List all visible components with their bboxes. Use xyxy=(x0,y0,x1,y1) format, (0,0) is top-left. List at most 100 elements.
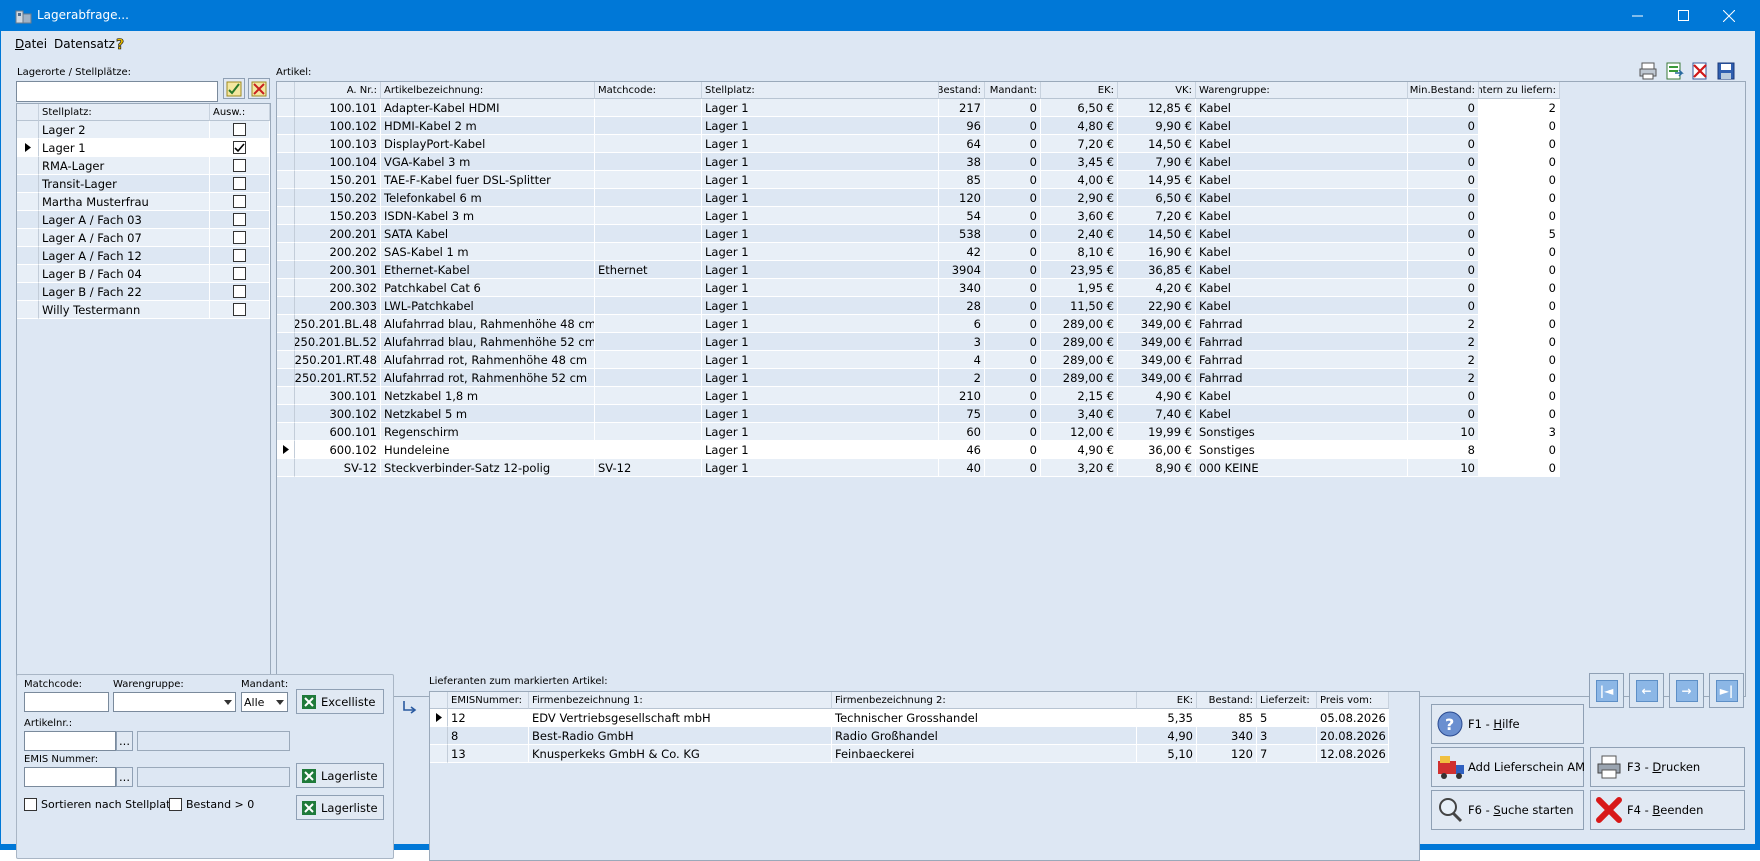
lieferant-cell[interactable]: 85 xyxy=(1197,709,1257,727)
artikel-cell[interactable]: 0 xyxy=(1479,333,1560,351)
artikel-cell[interactable]: 6 xyxy=(939,315,985,333)
artikel-cell[interactable]: 4,90 € xyxy=(1041,441,1118,459)
artikel-cell[interactable] xyxy=(595,441,702,459)
artikel-column-header[interactable]: Min.Bestand: xyxy=(1408,82,1479,99)
excelliste-button[interactable]: Excelliste xyxy=(296,689,384,714)
artikel-cell[interactable]: 2,90 € xyxy=(1041,189,1118,207)
artikel-cell[interactable]: 150.203 xyxy=(295,207,381,225)
artikel-cell[interactable]: 0 xyxy=(1408,117,1479,135)
artikel-cell[interactable]: 289,00 € xyxy=(1041,351,1118,369)
artikel-cell[interactable]: 64 xyxy=(939,135,985,153)
artikel-cell[interactable]: Lager 1 xyxy=(702,207,939,225)
artikel-cell[interactable]: Lager 1 xyxy=(702,135,939,153)
artikel-cell[interactable]: 0 xyxy=(1479,315,1560,333)
artikel-cell[interactable]: 6,50 € xyxy=(1118,189,1196,207)
row-indicator[interactable] xyxy=(277,351,295,369)
artikel-cell[interactable]: 349,00 € xyxy=(1118,315,1196,333)
artikel-cell[interactable]: 0 xyxy=(1479,117,1560,135)
artikel-cell[interactable]: 000 KEINE xyxy=(1196,459,1408,477)
artikel-column-header[interactable]: Intern zu liefern: xyxy=(1479,82,1560,99)
artikel-cell[interactable]: 12,00 € xyxy=(1041,423,1118,441)
artikel-cell[interactable]: 0 xyxy=(1479,369,1560,387)
row-indicator[interactable] xyxy=(277,99,295,117)
artikel-cell[interactable] xyxy=(595,117,702,135)
previous-record-button[interactable]: ← xyxy=(1629,673,1664,708)
artikel-cell[interactable]: SV-12 xyxy=(295,459,381,477)
artikel-cell[interactable]: 0 xyxy=(1408,243,1479,261)
artikel-cell[interactable]: 250.201.BL.48 xyxy=(295,315,381,333)
artikel-cell[interactable]: 0 xyxy=(985,261,1041,279)
checkbox-unchecked[interactable] xyxy=(233,249,246,262)
artikel-cell[interactable] xyxy=(595,279,702,297)
artikel-cell[interactable]: 0 xyxy=(985,315,1041,333)
artikel-cell[interactable]: 28 xyxy=(939,297,985,315)
row-indicator[interactable] xyxy=(277,369,295,387)
artikel-cell[interactable]: 0 xyxy=(1479,459,1560,477)
row-indicator[interactable] xyxy=(430,745,448,763)
artikel-cell[interactable]: 0 xyxy=(985,459,1041,477)
stellplatz-name[interactable]: Lager A / Fach 12 xyxy=(39,247,210,265)
artikel-cell[interactable]: 217 xyxy=(939,99,985,117)
lieferant-cell[interactable]: 5,10 xyxy=(1137,745,1197,763)
row-indicator[interactable] xyxy=(277,441,295,459)
artikel-cell[interactable]: 54 xyxy=(939,207,985,225)
lieferanten-column-header[interactable]: Bestand: xyxy=(1197,692,1257,709)
stellplatz-name[interactable]: Lager A / Fach 07 xyxy=(39,229,210,247)
checkbox-unchecked[interactable] xyxy=(233,195,246,208)
artikel-cell[interactable]: 0 xyxy=(1479,387,1560,405)
lieferanten-column-header[interactable]: EMISNummer: xyxy=(448,692,529,709)
minimize-button[interactable] xyxy=(1614,0,1660,31)
row-indicator[interactable] xyxy=(17,157,39,175)
lieferant-cell[interactable]: 3 xyxy=(1257,727,1317,745)
lieferant-cell[interactable]: 12 xyxy=(448,709,529,727)
artikel-cell[interactable]: Kabel xyxy=(1196,99,1408,117)
row-indicator[interactable] xyxy=(17,193,39,211)
lieferant-cell[interactable]: 5,35 xyxy=(1137,709,1197,727)
artikel-cell[interactable]: Lager 1 xyxy=(702,189,939,207)
warengruppe-select[interactable] xyxy=(113,692,236,712)
artikel-cell[interactable]: 3,20 € xyxy=(1041,459,1118,477)
artikel-cell[interactable]: 0 xyxy=(1479,405,1560,423)
lieferant-cell[interactable]: Technischer Grosshandel xyxy=(832,709,1137,727)
artikel-cell[interactable]: 200.202 xyxy=(295,243,381,261)
artikel-cell[interactable]: 3,45 € xyxy=(1041,153,1118,171)
menu-datensatz[interactable]: Datensatz xyxy=(54,37,115,51)
artikel-cell[interactable]: 0 xyxy=(1479,351,1560,369)
auswahl-cell[interactable] xyxy=(210,121,270,139)
artikel-cell[interactable]: 0 xyxy=(985,351,1041,369)
checkbox-unchecked[interactable] xyxy=(233,123,246,136)
artikel-cell[interactable]: 0 xyxy=(1408,99,1479,117)
artikel-cell[interactable]: Kabel xyxy=(1196,297,1408,315)
artikel-cell[interactable]: 75 xyxy=(939,405,985,423)
artikel-cell[interactable]: 250.201.RT.52 xyxy=(295,369,381,387)
row-indicator[interactable] xyxy=(277,243,295,261)
stellplatz-name[interactable]: RMA-Lager xyxy=(39,157,210,175)
artikel-cell[interactable]: 14,95 € xyxy=(1118,171,1196,189)
artikel-cell[interactable]: 6,50 € xyxy=(1041,99,1118,117)
artikel-cell[interactable]: Lager 1 xyxy=(702,333,939,351)
lieferant-cell[interactable]: 7 xyxy=(1257,745,1317,763)
row-indicator[interactable] xyxy=(430,709,448,727)
artikel-cell[interactable]: 0 xyxy=(1408,297,1479,315)
artikel-cell[interactable]: 0 xyxy=(1408,405,1479,423)
artikel-cell[interactable]: 7,20 € xyxy=(1041,135,1118,153)
artikel-cell[interactable]: 12,85 € xyxy=(1118,99,1196,117)
artikel-cell[interactable]: 7,20 € xyxy=(1118,207,1196,225)
artikel-cell[interactable]: ISDN-Kabel 3 m xyxy=(381,207,595,225)
artikel-cell[interactable]: 3,40 € xyxy=(1041,405,1118,423)
artikel-cell[interactable]: 8 xyxy=(1408,441,1479,459)
artikel-cell[interactable] xyxy=(595,153,702,171)
bestand-box[interactable] xyxy=(169,798,182,811)
artikel-cell[interactable]: 42 xyxy=(939,243,985,261)
artikel-cell[interactable]: Lager 1 xyxy=(702,171,939,189)
artikel-cell[interactable]: 0 xyxy=(985,153,1041,171)
search-button[interactable]: F6 - Suche starten xyxy=(1431,790,1584,830)
artikel-cell[interactable]: 3,60 € xyxy=(1041,207,1118,225)
artikel-cell[interactable]: Kabel xyxy=(1196,207,1408,225)
artikelnr-browse-button[interactable]: ... xyxy=(116,731,133,751)
row-indicator[interactable] xyxy=(17,283,39,301)
artikel-cell[interactable]: 96 xyxy=(939,117,985,135)
artikel-cell[interactable]: 11,50 € xyxy=(1041,297,1118,315)
lieferant-cell[interactable]: Best-Radio GmbH xyxy=(529,727,832,745)
artikel-cell[interactable]: Kabel xyxy=(1196,243,1408,261)
